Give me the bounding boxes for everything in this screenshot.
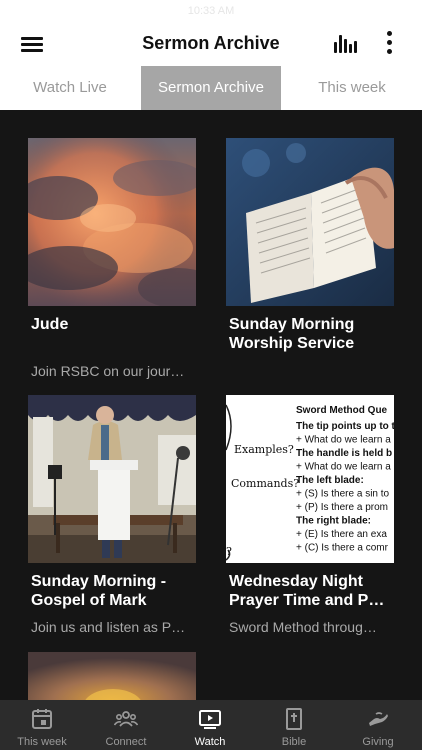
nav-connect[interactable]: Connect [84,700,168,750]
people-icon [114,711,138,727]
nav-label: Giving [362,736,394,748]
nav-label: Connect [105,736,147,748]
sermon-title: Sunday Morning - Gospel of Mark [31,573,167,609]
sermon-thumbnail-preacher [28,395,196,563]
sword-line: The left blade: [296,475,364,486]
sword-line: + (S) Is there a sin to [296,489,390,500]
bottom-nav: This week Connect Watch Bible Giving [0,700,422,750]
sword-heading: Sword Method Que [296,405,388,416]
sermon-card-worship-service[interactable]: Sunday Morning Worship Service [226,138,394,368]
status-time: 10:33 AM [187,5,235,17]
sermon-subtitle: Join RSBC on our jour… [31,363,185,379]
sword-line: + (E) Is there an exa [296,529,387,540]
sword-line: + (C) Is there a comr [296,543,389,554]
more-vertical-icon[interactable] [385,31,393,55]
sermon-subtitle: Join us and listen as P… [31,619,186,635]
nav-label: Bible [281,736,307,748]
bible-icon [286,708,302,730]
sermon-thumbnail-sword-method: Sword Method Que The tip points up to t +… [226,395,394,563]
sword-line: + (P) Is there a prom [296,502,388,513]
nav-label: This week [17,736,67,748]
nav-giving[interactable]: Giving [336,700,420,750]
svg-text:?: ? [226,545,232,558]
play-screen-icon [199,710,221,729]
sermon-grid: Jude Join RSBC on our jour… Sunday Morni… [0,110,422,700]
giving-hand-icon [369,712,388,726]
tab-bar: Watch Live Sermon Archive This week [0,66,422,110]
sermon-title: Jude [31,316,69,333]
nav-watch[interactable]: Watch [168,700,252,750]
sword-handwriting-examples: Examples? [234,443,294,456]
sermon-thumbnail-bible [226,138,394,306]
sermon-thumbnail-clouds [28,138,196,306]
app-bar: Sermon Archive [0,22,422,66]
calendar-icon [32,709,52,729]
tab-this-week[interactable]: This week [282,66,422,110]
sword-line: + What do we learn a [296,435,391,446]
nav-label: Watch [194,736,226,748]
sermon-card-wednesday-prayer[interactable]: Sword Method Que The tip points up to t +… [226,395,394,635]
equalizer-icon[interactable] [333,33,357,53]
page-title: Sermon Archive [142,33,280,53]
sermon-title: Wednesday Night Prayer Time and P… [229,573,385,609]
nav-this-week[interactable]: This week [0,700,84,750]
sword-handwriting-commands: Commands? [231,477,299,490]
sermon-thumbnail-partial [28,652,196,700]
sermon-card-gospel-of-mark[interactable]: Sunday Morning - Gospel of Mark Join us … [28,395,196,635]
sword-line: The right blade: [296,516,371,527]
sword-line: + What do we learn a [296,462,391,473]
nav-bible[interactable]: Bible [252,700,336,750]
sermon-subtitle: Sword Method throug… [229,619,377,635]
sword-line: The handle is held b [296,448,392,459]
tab-watch-live[interactable]: Watch Live [0,66,140,110]
sermon-card-jude[interactable]: Jude Join RSBC on our jour… [28,138,196,379]
status-bar: 10:33 AM [0,0,422,22]
sword-line: The tip points up to t [296,421,394,432]
sermon-card-partial[interactable] [28,652,196,700]
tab-sermon-archive[interactable]: Sermon Archive [141,66,281,110]
sermon-title: Sunday Morning Worship Service [229,316,355,352]
